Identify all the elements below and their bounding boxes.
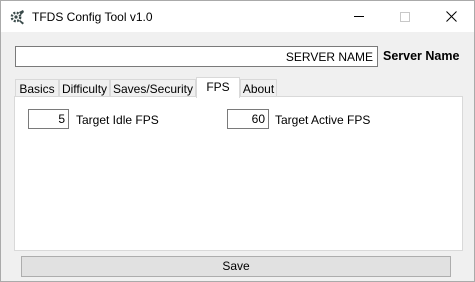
target-active-fps-label: Target Active FPS [275, 113, 371, 127]
target-idle-fps-label: Target Idle FPS [76, 113, 159, 127]
target-idle-fps-input[interactable] [28, 109, 69, 129]
server-name-input[interactable] [15, 46, 378, 67]
save-button[interactable]: Save [21, 256, 451, 277]
server-name-label: Server Name [383, 49, 460, 63]
tab-fps[interactable]: FPS [196, 77, 240, 98]
maximize-icon [400, 11, 410, 22]
minimize-button[interactable] [336, 1, 382, 32]
close-icon [445, 11, 457, 22]
gear-wrench-icon [10, 10, 24, 25]
maximize-button [382, 1, 428, 32]
app-window: TFDS Config Tool v1.0 Server Name Basics… [0, 0, 475, 282]
window-title: TFDS Config Tool v1.0 [32, 10, 153, 24]
minimize-icon [354, 16, 364, 17]
target-active-fps-input[interactable] [227, 109, 269, 129]
title-bar[interactable]: TFDS Config Tool v1.0 [1, 1, 474, 32]
close-button[interactable] [428, 1, 474, 32]
fps-tab-panel: Target Idle FPS Target Active FPS [14, 96, 463, 251]
